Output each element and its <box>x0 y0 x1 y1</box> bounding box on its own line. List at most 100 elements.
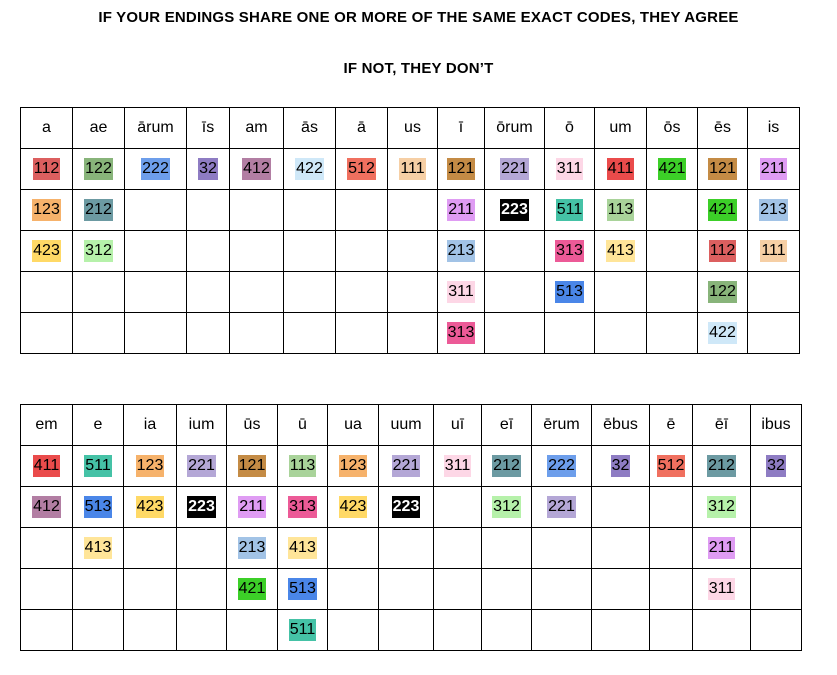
table-cell <box>544 312 595 354</box>
table-cell <box>591 486 650 528</box>
code-chip: 112 <box>32 158 61 180</box>
table-cell <box>283 230 336 272</box>
ending-header: ās <box>283 107 336 149</box>
table-cell: 313 <box>277 486 328 528</box>
table-row: 311 513 122 <box>20 271 800 313</box>
ending-header: ēs <box>697 107 748 149</box>
table-cell: 422 <box>283 148 336 190</box>
table-cell <box>649 609 693 651</box>
table-cell <box>531 527 592 569</box>
table-cell <box>591 609 650 651</box>
table-cell: 32 <box>750 445 802 487</box>
table-cell <box>649 486 693 528</box>
code-chip: 212 <box>492 455 521 477</box>
table-cell <box>186 189 230 231</box>
table-cell <box>229 230 284 272</box>
table-row: 411 511 123 221 121 113 123 221 311 212 222 32 512 21… <box>20 445 802 487</box>
table-cell <box>646 312 698 354</box>
code-chip: 312 <box>84 240 113 262</box>
table-cell: 223 <box>484 189 545 231</box>
table-cell: 211 <box>226 486 278 528</box>
code-chip: 223 <box>187 496 216 518</box>
code-chip: 222 <box>141 158 170 180</box>
code-chip: 123 <box>338 455 368 477</box>
table-cell: 511 <box>72 445 124 487</box>
table-cell: 421 <box>646 148 698 190</box>
table-cell: 111 <box>387 148 438 190</box>
table-cell <box>747 312 800 354</box>
code-chip: 411 <box>606 158 635 180</box>
table-cell: 123 <box>123 445 177 487</box>
table-cell <box>123 609 177 651</box>
ending-header: ū <box>277 404 328 446</box>
endings-table-1: a ae ārum īs am ās ā us ī ōrum ō um ōs ēs is 112 122 222 3… <box>20 107 800 354</box>
disagreement-rule-heading: IF NOT, THEY DON’T <box>343 60 494 77</box>
table-cell <box>378 568 434 610</box>
table-cell <box>594 312 647 354</box>
table-cell: 121 <box>697 148 748 190</box>
table-cell <box>186 230 230 272</box>
table-cell <box>594 271 647 313</box>
ending-header: ōrum <box>484 107 545 149</box>
ending-header: us <box>387 107 438 149</box>
ending-header: ā <box>335 107 388 149</box>
ending-header: ōs <box>646 107 698 149</box>
code-chip: 411 <box>32 455 61 477</box>
code-chip: 221 <box>500 158 529 180</box>
table-cell: 411 <box>594 148 647 190</box>
ending-header: ī <box>437 107 485 149</box>
table-row: 413 213 413 211 <box>20 527 802 569</box>
table-cell: 123 <box>327 445 379 487</box>
table-cell: 123 <box>20 189 73 231</box>
table-cell: 212 <box>692 445 751 487</box>
code-chip: 412 <box>32 496 61 518</box>
table-cell: 413 <box>277 527 328 569</box>
table-cell <box>72 609 124 651</box>
table-cell <box>176 609 227 651</box>
code-chip: 212 <box>84 199 113 221</box>
table-cell <box>176 568 227 610</box>
table-cell: 222 <box>531 445 592 487</box>
code-chip: 111 <box>399 158 426 180</box>
table-cell <box>481 527 532 569</box>
table-cell <box>750 609 802 651</box>
code-chip: 221 <box>547 496 576 518</box>
ending-header: ia <box>123 404 177 446</box>
table-cell: 423 <box>20 230 73 272</box>
table-cell <box>335 312 388 354</box>
table-cell <box>20 312 73 354</box>
table-cell: 412 <box>229 148 284 190</box>
table-cell <box>20 568 73 610</box>
table-cell <box>433 609 482 651</box>
table-cell: 222 <box>124 148 187 190</box>
code-chip: 511 <box>84 455 112 477</box>
code-chip: 123 <box>32 199 61 221</box>
code-chip: 122 <box>84 158 113 180</box>
table-cell: 421 <box>697 189 748 231</box>
table-cell <box>327 609 379 651</box>
code-chip: 511 <box>555 199 584 221</box>
code-chip: 313 <box>555 240 584 262</box>
table-cell <box>72 568 124 610</box>
table-cell: 112 <box>20 148 73 190</box>
table-cell: 112 <box>697 230 748 272</box>
code-chip: 211 <box>447 199 475 221</box>
code-chip: 311 <box>443 455 472 477</box>
code-chip: 513 <box>555 281 584 303</box>
header-row: a ae ārum īs am ās ā us ī ōrum ō um ōs ēs is <box>20 107 800 149</box>
table-cell <box>750 527 802 569</box>
code-chip: 311 <box>555 158 584 180</box>
code-chip: 221 <box>391 455 421 477</box>
ending-header: ārum <box>124 107 187 149</box>
code-chip: 222 <box>547 455 576 477</box>
table-cell <box>481 609 532 651</box>
ending-header: am <box>229 107 284 149</box>
table-cell <box>20 527 73 569</box>
code-chip: 312 <box>492 496 521 518</box>
table-cell <box>591 568 650 610</box>
table-cell: 111 <box>747 230 800 272</box>
table-cell <box>335 189 388 231</box>
table-row: 123 212 211 223 511 113 421 213 <box>20 189 800 231</box>
code-chip: 213 <box>759 199 788 221</box>
table-cell: 212 <box>72 189 125 231</box>
